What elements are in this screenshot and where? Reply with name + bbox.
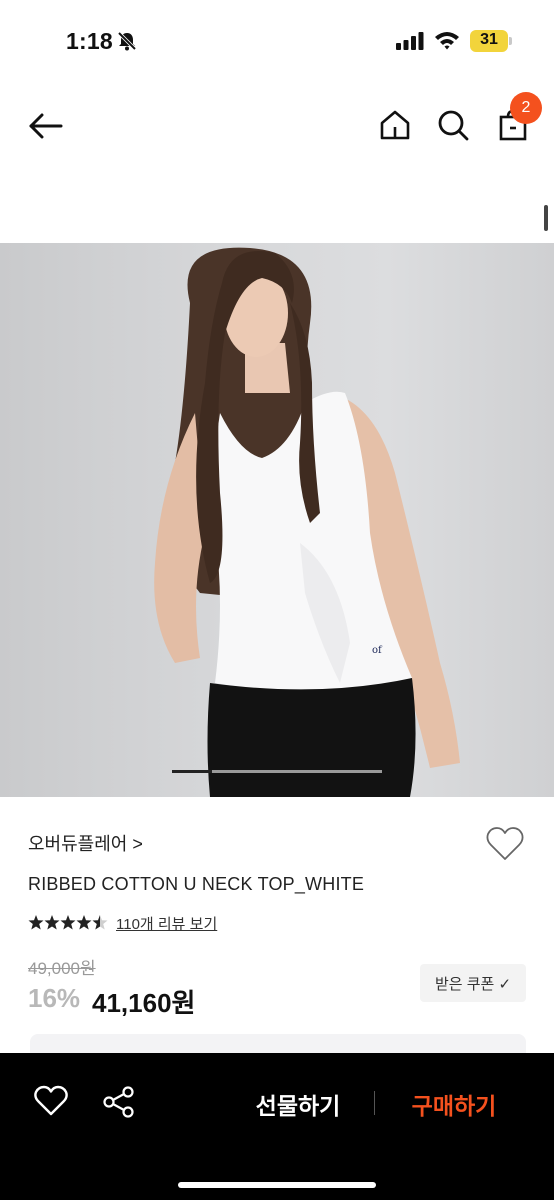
bottom-action-bar: 선물하기 구매하기 [0, 1053, 554, 1200]
coupon-label: 받은 쿠폰 ✓ [434, 975, 512, 993]
review-link[interactable]: 110개 리뷰 보기 [116, 913, 217, 934]
original-price: 49,000원 [28, 959, 96, 978]
gift-button[interactable]: 선물하기 [240, 1087, 356, 1121]
back-arrow-icon[interactable] [26, 106, 66, 146]
cart-count-badge: 2 [510, 92, 542, 124]
share-icon[interactable] [102, 1085, 136, 1119]
scroll-indicator [544, 205, 548, 231]
status-bar: 1:18 31 [0, 0, 554, 84]
battery-level: 31 [480, 31, 498, 48]
buy-button[interactable]: 구매하기 [396, 1087, 512, 1121]
status-time: 1:18 [66, 28, 113, 54]
svg-text:of: of [372, 645, 383, 656]
button-divider [374, 1091, 375, 1115]
home-icon[interactable] [378, 108, 412, 142]
home-indicator [178, 1182, 376, 1188]
heart-outline-icon[interactable] [34, 1085, 68, 1117]
product-photo: of [154, 247, 460, 797]
wifi-icon [435, 32, 459, 50]
discount-rate: 16% [28, 983, 81, 1013]
bell-muted-icon [117, 31, 137, 51]
coupon-button[interactable]: 받은 쿠폰 ✓ [420, 964, 526, 1002]
product-title: RIBBED COTTON U NECK TOP_WHITE [28, 874, 365, 894]
image-slider-indicator [172, 770, 382, 773]
signal-icon [396, 32, 424, 50]
nav-bar: 2 [0, 84, 554, 164]
rating-stars-icon [28, 915, 108, 930]
battery-cap [509, 37, 512, 45]
brand-link[interactable]: 오버듀플레어 > [28, 830, 143, 856]
battery-icon: 31 [470, 30, 508, 52]
sale-price: 41,160원 [92, 988, 196, 1018]
image-slider-active [172, 770, 212, 773]
product-image[interactable]: of [0, 243, 554, 797]
search-icon[interactable] [436, 108, 470, 142]
heart-outline-icon[interactable] [486, 826, 524, 862]
